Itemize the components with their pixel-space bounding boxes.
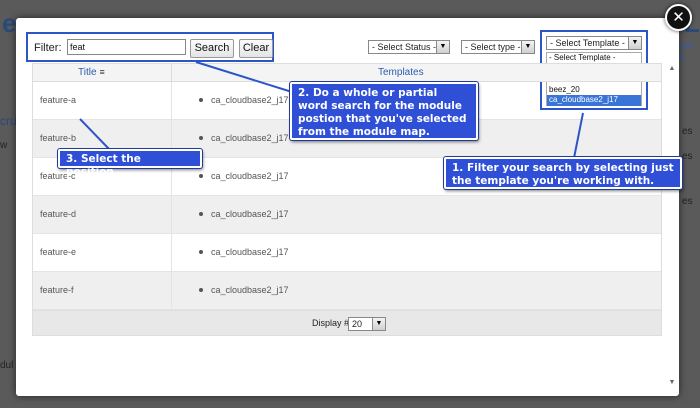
template-name: ca_cloudbase2_j17 [211,133,289,143]
background-text-fragment: es [682,151,693,162]
display-count-select[interactable]: 20 ▼ [348,317,386,331]
callout-step-3: 3. Select the position. [58,149,202,178]
column-divider [171,234,172,272]
template-select[interactable]: - Select Template - ▼ [546,36,642,50]
type-select-value: - Select type - [465,42,521,52]
templates-column-header: Templates [378,67,424,78]
filter-input[interactable]: feat [67,39,186,55]
column-divider [171,82,172,120]
position-title[interactable]: feature-e [40,247,76,257]
callout-step-1: 1. Filter your search by selecting just … [444,157,682,189]
template-position-modal: Filter: feat Search Clear - Select Statu… [16,18,679,396]
position-title[interactable]: feature-b [40,133,76,143]
filter-label: Filter: [34,42,62,54]
column-divider [171,272,172,310]
background-text-fragment: w [0,140,8,151]
position-template: ca_cloudbase2_j17 [199,171,289,181]
position-title[interactable]: feature-a [40,95,76,105]
title-column-header[interactable]: Title ≡ [78,67,105,78]
type-select[interactable]: - Select type - ▼ [461,40,535,54]
background-text-fragment: es [682,196,693,207]
column-divider [171,64,172,82]
sort-icon: ≡ [99,67,105,77]
table-row[interactable]: feature-d ca_cloudbase2_j17 [33,196,661,234]
position-template: ca_cloudbase2_j17 [199,133,289,143]
bullet-icon [199,249,203,254]
scroll-down-icon[interactable]: ▼ [667,378,677,388]
table-row[interactable]: feature-f ca_cloudbase2_j17 [33,272,661,310]
bullet-icon [199,211,203,216]
position-template: ca_cloudbase2_j17 [199,95,289,105]
chevron-down-icon: ▼ [628,37,641,49]
bullet-icon [199,173,203,178]
bullet-icon [199,135,203,140]
position-template: ca_cloudbase2_j17 [199,285,289,295]
template-name: ca_cloudbase2_j17 [211,285,289,295]
template-name: ca_cloudbase2_j17 [211,171,289,181]
template-option[interactable]: - Select Template - [547,53,641,64]
chevron-down-icon: ▼ [521,41,534,53]
position-title[interactable]: feature-d [40,209,76,219]
search-button[interactable]: Search [190,39,234,58]
callout-step-2: 2. Do a whole or partial word search for… [290,82,478,140]
background-text-fragment: dul [0,360,14,371]
filter-highlight-box: Filter: feat Search Clear [26,32,274,62]
status-select[interactable]: - Select Status - ▼ [368,40,450,54]
template-name: ca_cloudbase2_j17 [211,247,289,257]
display-count-label: Display # [312,318,350,328]
background-text-fragment: cru [0,114,17,128]
background-link-fragment: ave & [678,41,695,63]
status-select-value: - Select Status - [372,42,437,52]
position-template: ca_cloudbase2_j17 [199,247,289,257]
template-name: ca_cloudbase2_j17 [211,95,289,105]
position-title[interactable]: feature-f [40,285,74,295]
position-template: ca_cloudbase2_j17 [199,209,289,219]
bullet-icon [199,287,203,292]
column-divider [171,196,172,234]
bullet-icon [199,97,203,102]
chevron-down-icon: ▼ [372,318,385,330]
table-row[interactable]: feature-e ca_cloudbase2_j17 [33,234,661,272]
vertical-scrollbar[interactable]: ▲ ▼ [667,64,677,389]
scroll-up-icon[interactable]: ▲ [667,64,677,74]
chevron-down-icon: ▼ [436,41,449,53]
close-button[interactable]: ✕ [665,4,692,31]
template-name: ca_cloudbase2_j17 [211,209,289,219]
display-count-value: 20 [352,319,363,329]
background-text-fragment: es [682,126,693,137]
template-select-value: - Select Template - [550,38,625,48]
clear-button[interactable]: Clear [239,39,273,58]
title-header-label: Title [78,67,97,78]
table-header: Title ≡ Templates [33,64,661,82]
table-footer: Display # 20 ▼ [33,310,661,335]
